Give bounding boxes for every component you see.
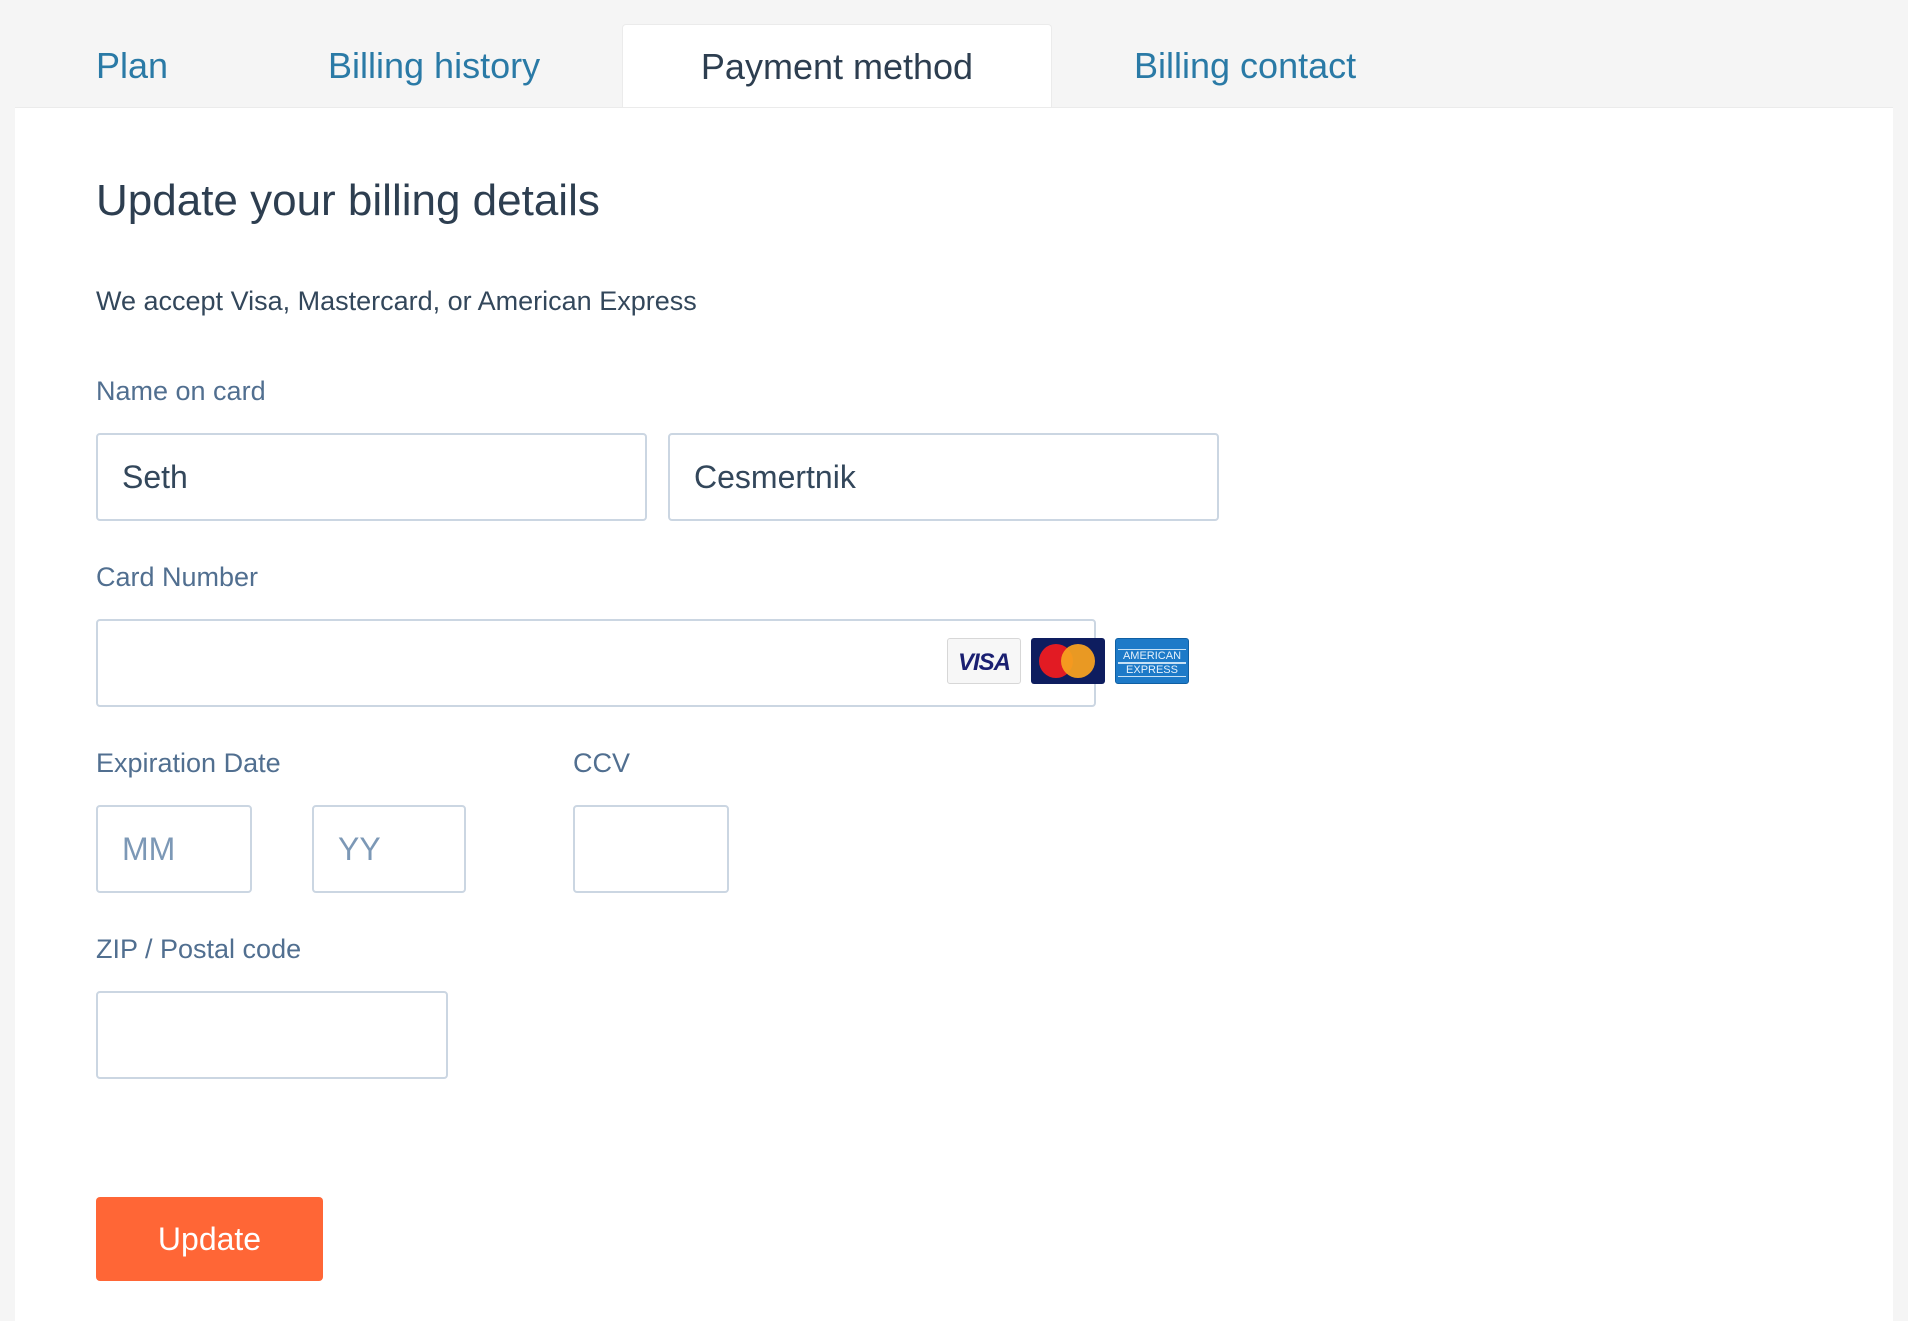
tab-plan[interactable]: Plan bbox=[96, 24, 168, 108]
update-button[interactable]: Update bbox=[96, 1197, 323, 1281]
card-number-label: Card Number bbox=[96, 562, 259, 592]
ccv-label: CCV bbox=[573, 748, 631, 778]
first-name-input[interactable] bbox=[96, 433, 647, 521]
mastercard-icon bbox=[1031, 638, 1105, 684]
visa-icon: VISA bbox=[947, 638, 1021, 684]
expiration-year-input[interactable] bbox=[312, 805, 466, 893]
ccv-input[interactable] bbox=[573, 805, 729, 893]
last-name-input[interactable] bbox=[668, 433, 1219, 521]
zip-postal-code-input[interactable] bbox=[96, 991, 448, 1079]
name-on-card-label: Name on card bbox=[96, 376, 266, 406]
visa-icon-text: VISA bbox=[957, 649, 1011, 676]
page-title: Update your billing details bbox=[96, 176, 600, 225]
card-number-input[interactable] bbox=[96, 619, 1096, 707]
american-express-icon: AMERICAN EXPRESS bbox=[1115, 638, 1189, 684]
zip-postal-code-label: ZIP / Postal code bbox=[96, 934, 302, 964]
tab-billing-contact[interactable]: Billing contact bbox=[1134, 24, 1356, 108]
accepted-card-icons: VISA AMERICAN EXPRESS bbox=[947, 638, 1189, 684]
tab-payment-method[interactable]: Payment method bbox=[622, 24, 1052, 109]
tab-bar: Plan Billing history Payment method Bill… bbox=[0, 0, 1908, 109]
payment-method-panel: Update your billing details We accept Vi… bbox=[15, 107, 1893, 1321]
tab-billing-history[interactable]: Billing history bbox=[328, 24, 540, 108]
expiration-month-input[interactable] bbox=[96, 805, 252, 893]
expiration-date-label: Expiration Date bbox=[96, 748, 281, 778]
accepted-cards-text: We accept Visa, Mastercard, or American … bbox=[96, 286, 697, 316]
